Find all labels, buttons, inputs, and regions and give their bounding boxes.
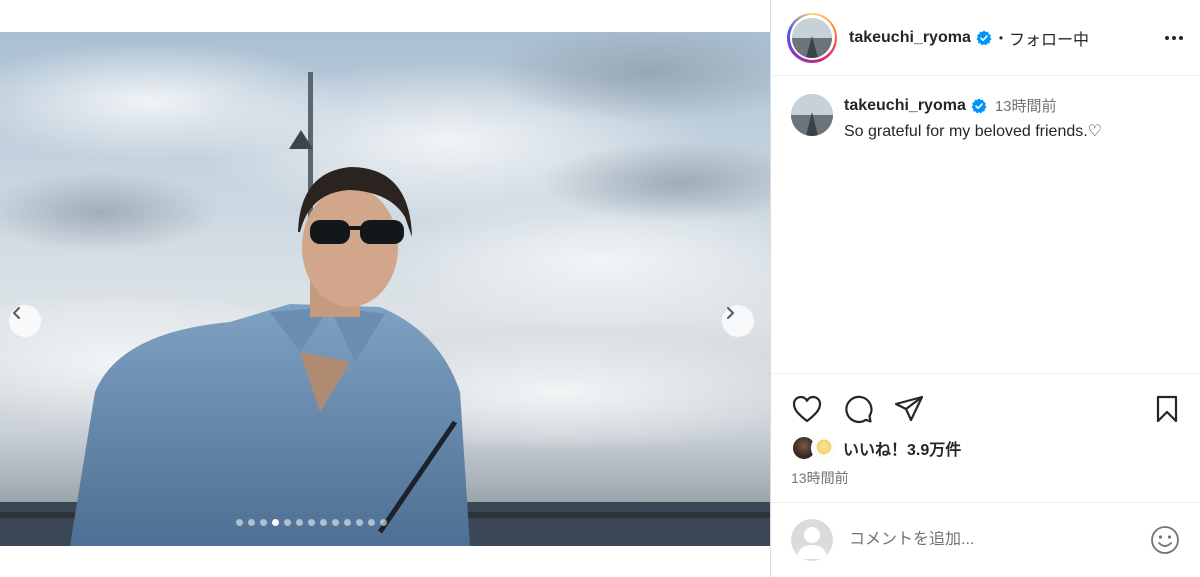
avatar — [811, 435, 837, 461]
carousel-dot-active — [271, 519, 279, 526]
post-header: takeuchi_ryoma • フォロー中 — [771, 0, 1200, 76]
verified-badge-icon — [976, 30, 992, 46]
save-button[interactable] — [1153, 394, 1181, 424]
carousel-dot — [367, 519, 375, 526]
carousel-next-button[interactable] — [722, 305, 754, 337]
carousel-dot — [235, 519, 243, 526]
heart-icon — [792, 395, 822, 423]
post-media-pane — [0, 0, 770, 577]
avatar-photo — [792, 17, 832, 58]
caption-avatar[interactable] — [791, 94, 833, 136]
chevron-right-icon — [727, 307, 734, 319]
carousel-dot — [283, 519, 291, 526]
avatar — [792, 17, 832, 58]
comment-input[interactable] — [849, 531, 1149, 549]
emoji-icon — [1151, 526, 1179, 554]
verified-badge-icon — [971, 98, 987, 114]
carousel-dot — [319, 519, 327, 526]
bookmark-icon — [1156, 395, 1178, 423]
liked-by-avatars — [791, 435, 837, 461]
carousel-dot — [295, 519, 303, 526]
chevron-left-icon — [13, 307, 20, 319]
comment-button[interactable] — [842, 393, 874, 425]
emoji-button[interactable] — [1149, 524, 1181, 556]
comment-bar — [771, 502, 1200, 577]
action-bar — [771, 374, 1200, 444]
carousel-dot — [307, 519, 315, 526]
carousel-dot — [355, 519, 363, 526]
post-details-pane: takeuchi_ryoma • フォロー中 takeuchi_ryoma 13… — [770, 0, 1200, 577]
caption-username[interactable]: takeuchi_ryoma — [844, 97, 966, 115]
caption: takeuchi_ryoma 13時間前 So grateful for my … — [771, 76, 1200, 141]
current-user-avatar — [791, 519, 833, 561]
carousel-dot — [379, 519, 387, 526]
header-separator: • — [998, 30, 1004, 45]
following-button[interactable]: フォロー中 — [1009, 26, 1089, 50]
carousel-dot — [247, 519, 255, 526]
avatar-photo — [791, 94, 833, 136]
carousel-dot — [343, 519, 351, 526]
carousel-dot — [331, 519, 339, 526]
caption-time[interactable]: 13時間前 — [995, 95, 1057, 116]
more-horizontal-icon — [1165, 36, 1183, 40]
carousel-prev-button[interactable] — [9, 305, 41, 337]
caption-text: So grateful for my beloved friends.♡ — [844, 123, 1103, 140]
like-button[interactable] — [791, 393, 823, 425]
post-photo[interactable] — [0, 32, 770, 546]
send-icon — [894, 395, 924, 422]
more-options-button[interactable] — [1162, 26, 1186, 50]
post-timestamp[interactable]: 13時間前 — [771, 462, 1200, 488]
default-user-icon — [796, 527, 828, 559]
comment-icon — [845, 395, 873, 423]
post-actions-area: いいね！3.9万件 13時間前 — [771, 373, 1200, 488]
carousel-dot — [259, 519, 267, 526]
carousel-dots — [0, 519, 770, 526]
header-username[interactable]: takeuchi_ryoma — [849, 29, 971, 47]
carousel-dots-list — [235, 519, 387, 526]
story-ring[interactable] — [787, 12, 837, 63]
photo-illustration — [0, 32, 770, 546]
share-button[interactable] — [893, 393, 925, 425]
